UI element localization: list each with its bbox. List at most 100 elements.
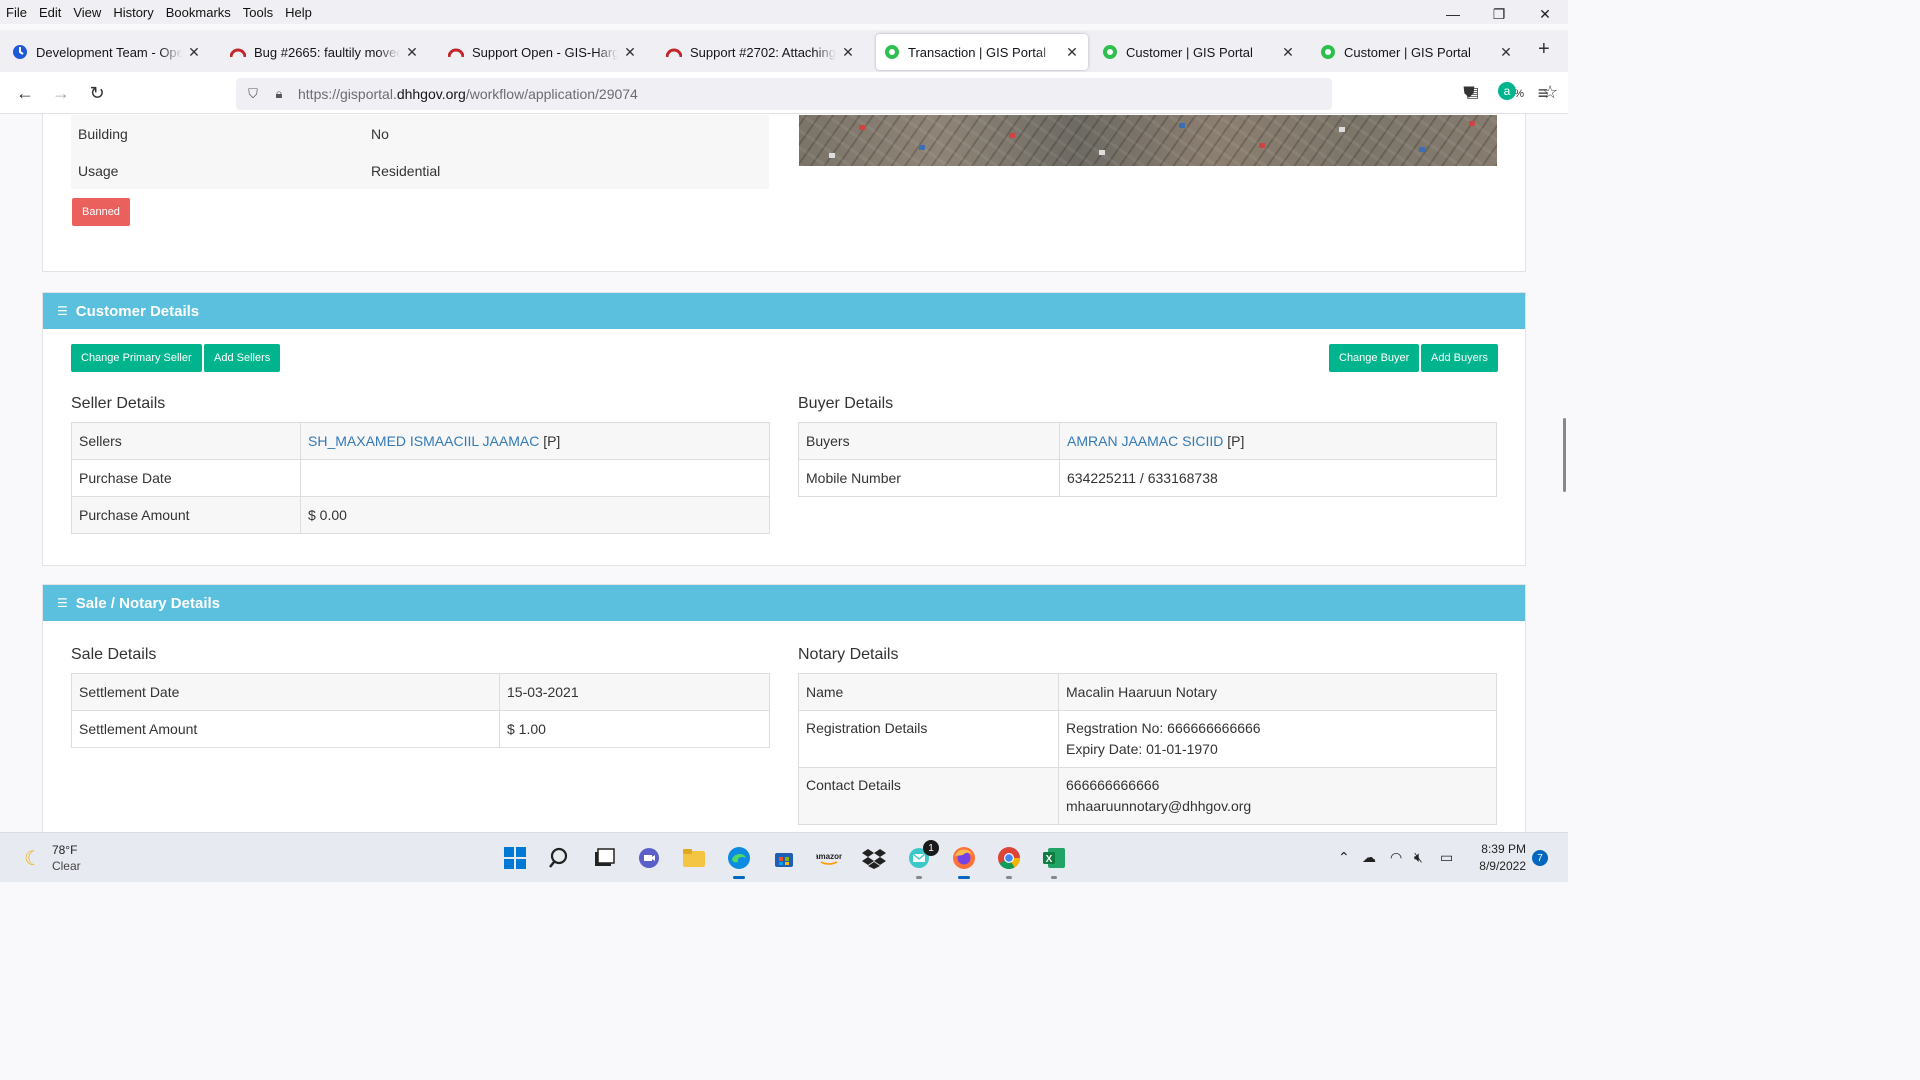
back-icon[interactable]: ←: [14, 82, 36, 104]
sale-details-heading: Sale Details: [71, 646, 157, 663]
restore-icon[interactable]: ❐: [1476, 0, 1522, 28]
forward-icon[interactable]: →: [50, 82, 72, 104]
tab-close-icon[interactable]: ✕: [1498, 44, 1514, 61]
menu-bookmarks[interactable]: Bookmarks: [160, 5, 237, 20]
dropbox-icon[interactable]: [860, 844, 888, 872]
start-icon[interactable]: [501, 844, 529, 872]
edge-icon[interactable]: [725, 844, 753, 879]
sale-table: Settlement Date 15-03-2021 Settlement Am…: [71, 673, 770, 748]
settlement-amount-value: $ 1.00: [499, 710, 770, 748]
table-row: Settlement Amount $ 1.00: [71, 710, 770, 748]
menu-edit[interactable]: Edit: [33, 5, 67, 20]
buyer-table: Buyers AMRAN JAAMAC SICIID [P] Mobile Nu…: [798, 422, 1497, 497]
firefox-icon[interactable]: [950, 844, 978, 879]
redmine-icon: [666, 48, 682, 58]
volume-muted-icon[interactable]: 🔇︎: [1414, 849, 1423, 866]
sellers-value: SH_MAXAMED ISMAACIIL JAAMAC [P]: [300, 422, 770, 460]
gis-portal-icon: [1103, 45, 1117, 59]
battery-icon[interactable]: ▭: [1440, 849, 1453, 866]
add-buyers-button[interactable]: Add Buyers: [1421, 344, 1498, 372]
tab-support-2702[interactable]: Support #2702: Attaching CR ✕: [658, 34, 864, 70]
tab-bug-2665[interactable]: Bug #2665: faultily moved into ✕: [222, 34, 428, 70]
tab-close-icon[interactable]: ✕: [186, 44, 202, 61]
notification-badge[interactable]: 7: [1532, 850, 1548, 866]
registration-number: Regstration No: 666666666666: [1066, 720, 1261, 736]
page-scrollbar[interactable]: [1563, 418, 1566, 492]
seller-table: Sellers SH_MAXAMED ISMAACIIL JAAMAC [P] …: [71, 422, 770, 534]
wifi-icon[interactable]: ◠: [1390, 849, 1402, 866]
list-icon: ☰: [57, 596, 68, 610]
banned-badge[interactable]: Banned: [72, 198, 130, 226]
gis-portal-icon: [885, 45, 899, 59]
table-row: Building No: [71, 115, 769, 152]
tab-customer-2[interactable]: Customer | GIS Portal ✕: [1312, 34, 1522, 70]
reload-icon[interactable]: ↻: [86, 82, 108, 104]
gis-portal-icon: [1321, 45, 1335, 59]
tab-transaction[interactable]: Transaction | GIS Portal ✕: [876, 34, 1088, 70]
chat-icon[interactable]: [635, 844, 663, 872]
app-menu-icon[interactable]: ≡: [1532, 82, 1554, 104]
svg-text:X: X: [1046, 854, 1053, 865]
onedrive-icon[interactable]: ☁: [1362, 849, 1376, 866]
usage-value: Residential: [364, 152, 769, 189]
account-icon[interactable]: a: [1496, 82, 1518, 104]
buyer-name-link[interactable]: AMRAN JAAMAC SICIID: [1067, 433, 1223, 449]
moon-icon: ☾: [24, 847, 42, 870]
lock-icon[interactable]: 🔒︎: [270, 86, 288, 102]
tab-devops[interactable]: Development Team - Operations ✕: [4, 34, 210, 70]
table-row: Registration Details Regstration No: 666…: [798, 710, 1497, 768]
menu-help[interactable]: Help: [279, 5, 318, 20]
tab-customer-1[interactable]: Customer | GIS Portal ✕: [1094, 34, 1304, 70]
amazon-icon[interactable]: amazon: [815, 844, 843, 872]
list-icon: ☰: [57, 304, 68, 318]
weather-widget[interactable]: ☾ 78°F Clear: [24, 842, 81, 874]
new-tab-icon[interactable]: +: [1538, 38, 1550, 61]
shield-icon[interactable]: ⛉: [244, 86, 262, 102]
mail-icon[interactable]: 1: [905, 840, 939, 879]
sale-notary-panel: ☰ Sale / Notary Details Sale Details Set…: [42, 584, 1526, 832]
url-text[interactable]: https://gisportal.dhhgov.org/workflow/ap…: [298, 86, 638, 102]
menu-tools[interactable]: Tools: [237, 5, 279, 20]
customer-details-header: ☰ Customer Details: [43, 293, 1525, 329]
file-explorer-icon[interactable]: [680, 844, 708, 872]
sellers-label: Sellers: [71, 422, 301, 460]
seller-name-link[interactable]: SH_MAXAMED ISMAACIIL JAAMAC: [308, 433, 539, 449]
purchase-date-label: Purchase Date: [71, 459, 301, 497]
store-icon[interactable]: [770, 844, 798, 872]
devops-icon: [13, 45, 27, 59]
notary-name-label: Name: [798, 673, 1059, 711]
tab-close-icon[interactable]: ✕: [404, 44, 420, 61]
settlement-date-label: Settlement Date: [71, 673, 500, 711]
minimize-icon[interactable]: —: [1430, 0, 1476, 28]
table-row: Usage Residential: [71, 152, 769, 189]
change-buyer-button[interactable]: Change Buyer: [1329, 344, 1420, 372]
change-primary-seller-button[interactable]: Change Primary Seller: [71, 344, 202, 372]
tab-close-icon[interactable]: ✕: [1280, 44, 1296, 61]
chevron-up-icon[interactable]: ⌃: [1338, 849, 1350, 866]
notary-email: mhaaruunnotary@dhhgov.org: [1066, 798, 1252, 814]
close-window-icon[interactable]: ✕: [1522, 0, 1568, 28]
menu-view[interactable]: View: [67, 5, 107, 20]
tab-close-icon[interactable]: ✕: [1064, 44, 1080, 61]
menu-file[interactable]: File: [0, 5, 33, 20]
table-row: Contact Details 666666666666 mhaaruunnot…: [798, 767, 1497, 825]
system-clock[interactable]: 8:39 PM 8/9/2022: [1470, 841, 1526, 875]
add-sellers-button[interactable]: Add Sellers: [204, 344, 281, 372]
mobile-number-label: Mobile Number: [798, 459, 1060, 497]
menu-history[interactable]: History: [107, 5, 159, 20]
mail-badge: 1: [923, 840, 939, 856]
chrome-icon[interactable]: [995, 844, 1023, 879]
redmine-icon: [230, 48, 246, 58]
pocket-icon[interactable]: ⛊: [1458, 82, 1480, 104]
page-content: Building No Usage Residential Banned ☰ C…: [0, 114, 1568, 832]
weather-condition: Clear: [51, 859, 81, 873]
table-row: Buyers AMRAN JAAMAC SICIID [P]: [798, 422, 1497, 460]
tab-close-icon[interactable]: ✕: [622, 44, 638, 61]
excel-icon[interactable]: X: [1040, 844, 1068, 879]
url-bar[interactable]: ⛉ 🔒︎ https://gisportal.dhhgov.org/workfl…: [236, 78, 1558, 110]
tab-support-open[interactable]: Support Open - GIS-Hargesia ✕: [440, 34, 646, 70]
tab-close-icon[interactable]: ✕: [840, 44, 856, 61]
building-label: Building: [71, 115, 364, 152]
task-view-icon[interactable]: [590, 844, 618, 872]
search-icon[interactable]: [546, 844, 574, 872]
